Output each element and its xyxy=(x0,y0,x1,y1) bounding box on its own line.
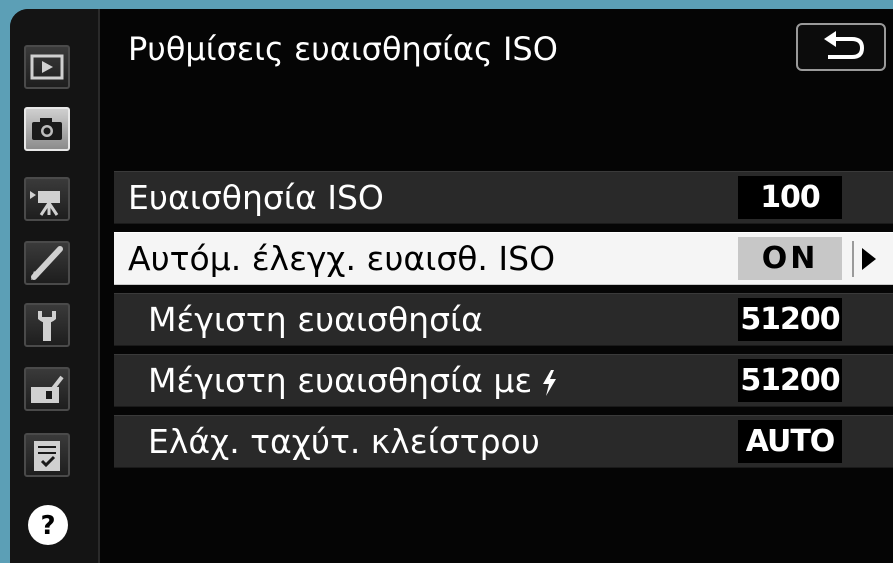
menu-item-label: Μέγιστη ευαισθησία xyxy=(148,300,483,339)
menu-item-label: Ευαισθησία ISO xyxy=(128,178,384,217)
svg-text:?: ? xyxy=(40,511,55,541)
custom-settings-tab[interactable] xyxy=(24,241,70,285)
movie-shooting-tab[interactable] xyxy=(24,177,70,221)
menu-item-value: ON xyxy=(738,237,842,280)
help-icon[interactable]: ? xyxy=(26,503,70,547)
retouch-tab[interactable] xyxy=(24,367,70,411)
movie-camera-icon xyxy=(30,191,60,216)
camera-screen: ? Ρυθμίσεις ευαισθησίας ISO Ευαισθησία I… xyxy=(10,9,893,563)
recent-settings-icon xyxy=(34,441,60,471)
menu-item-label-container: Μέγιστη ευαισθησία με xyxy=(148,355,558,406)
menu-item-maximum-sensitivity[interactable]: Μέγιστη ευαισθησία 51200 xyxy=(114,293,893,346)
menu-item-value: 100 xyxy=(738,176,842,219)
pencil-icon xyxy=(31,246,63,280)
page-title: Ρυθμίσεις ευαισθησίας ISO xyxy=(128,30,558,68)
iso-settings-menu: Ευαισθησία ISO 100 Αυτόμ. έλεγχ. ευαισθ.… xyxy=(114,171,893,476)
menu-item-auto-iso-control[interactable]: Αυτόμ. έλεγχ. ευαισθ. ISO ON xyxy=(114,232,893,285)
menu-item-maximum-sensitivity-flash[interactable]: Μέγιστη ευαισθησία με 51200 xyxy=(114,354,893,407)
setup-tab[interactable] xyxy=(24,303,70,347)
playback-tab[interactable] xyxy=(24,45,70,89)
menu-item-label: Μέγιστη ευαισθησία με xyxy=(148,361,533,400)
wrench-icon xyxy=(38,311,56,341)
back-arrow-icon xyxy=(824,31,865,59)
menu-item-label: Αυτόμ. έλεγχ. ευαισθ. ISO xyxy=(128,239,556,278)
camera-icon xyxy=(32,118,62,140)
menu-item-value: AUTO xyxy=(738,420,842,463)
sidebar: ? xyxy=(10,9,100,563)
menu-item-label: Ελάχ. ταχύτ. κλείστρου xyxy=(148,422,540,461)
flash-icon xyxy=(543,369,557,396)
playback-icon xyxy=(30,54,64,80)
photo-shooting-tab[interactable] xyxy=(24,107,70,151)
right-arrow-icon xyxy=(862,248,876,270)
back-button[interactable] xyxy=(796,23,886,71)
menu-item-iso-sensitivity[interactable]: Ευαισθησία ISO 100 xyxy=(114,171,893,224)
menu-item-value: 51200 xyxy=(738,298,842,341)
retouch-icon xyxy=(31,375,64,403)
menu-item-minimum-shutter-speed[interactable]: Ελάχ. ταχύτ. κλείστρου AUTO xyxy=(114,415,893,468)
recent-settings-tab[interactable] xyxy=(24,433,70,477)
divider xyxy=(852,241,854,277)
menu-item-value: 51200 xyxy=(738,359,842,402)
